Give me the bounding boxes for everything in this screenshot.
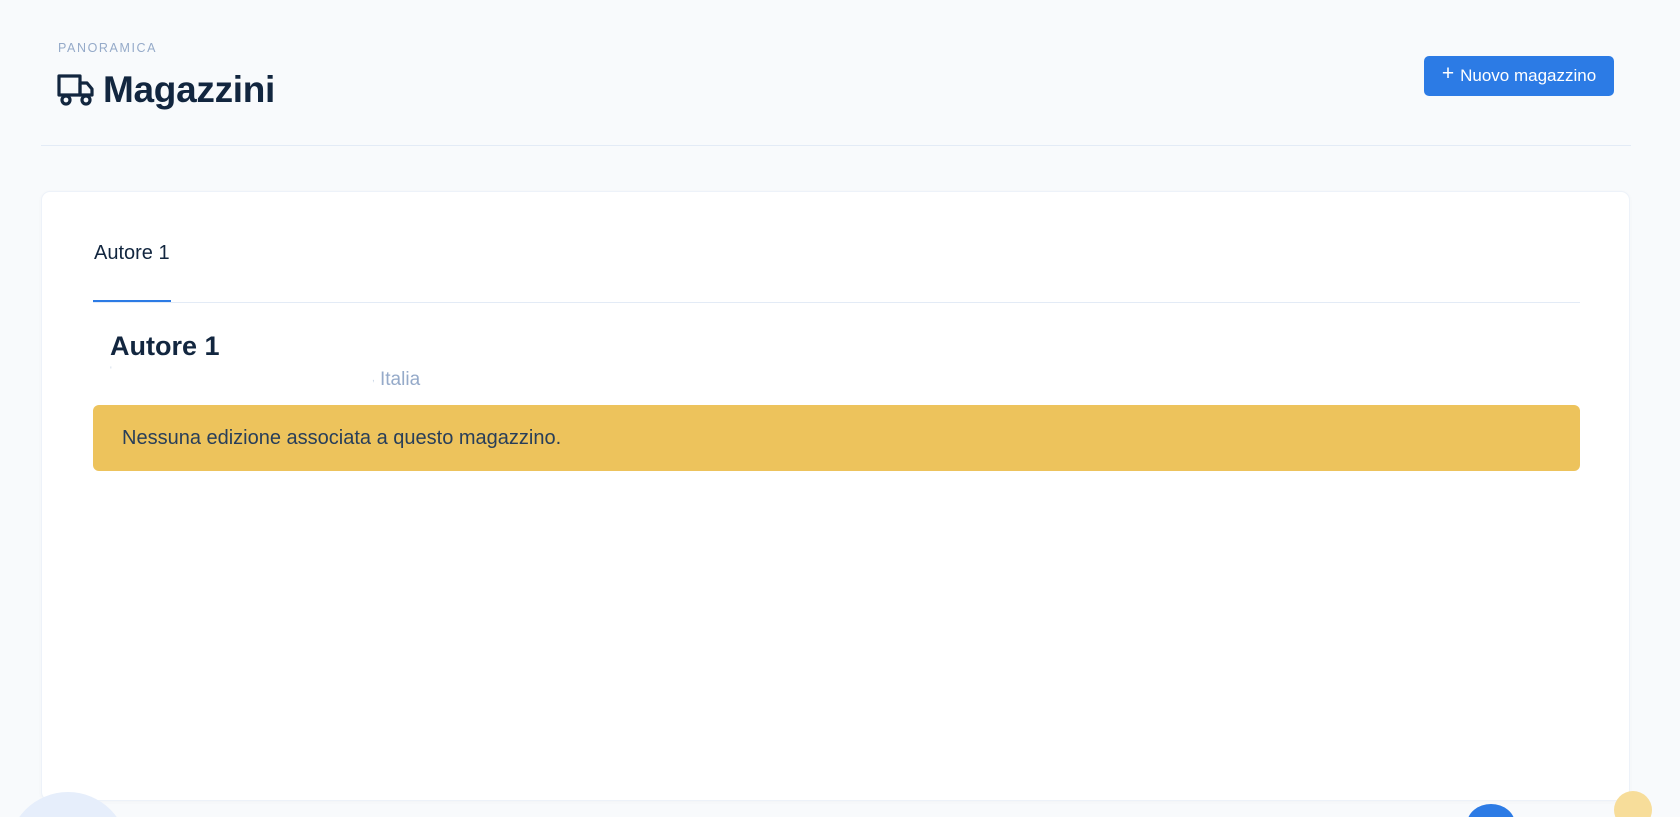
- plus-icon: +: [1441, 62, 1455, 85]
- decorative-shape-blue: [1467, 804, 1515, 817]
- tab-label: Autore 1: [94, 241, 170, 264]
- warehouse-address-street: ': [110, 365, 112, 375]
- address-separator: ,: [372, 373, 375, 384]
- decorative-shape-yellow: [1614, 791, 1652, 817]
- new-warehouse-button[interactable]: + Nuovo magazzino: [1424, 56, 1614, 96]
- page-title: Magazzini: [103, 69, 276, 110]
- title-row: Magazzini: [57, 68, 275, 112]
- page: PANORAMICA Magazzini + Nuovo magazzino A…: [0, 0, 1680, 817]
- page-header: PANORAMICA Magazzini + Nuovo magazzino: [41, 0, 1631, 146]
- warehouse-name: Autore 1: [110, 331, 220, 361]
- warehouse-address: ' , Italia: [110, 365, 470, 393]
- tab-autore-1[interactable]: Autore 1: [93, 192, 171, 302]
- warehouse-address-country: Italia: [380, 369, 421, 390]
- page-pretitle: PANORAMICA: [58, 41, 158, 55]
- truck-icon: [57, 72, 95, 108]
- new-warehouse-button-label: Nuovo magazzino: [1460, 66, 1597, 85]
- empty-editions-alert: Nessuna edizione associata a questo maga…: [93, 405, 1580, 471]
- warehouse-tabs: Autore 1: [93, 192, 1580, 303]
- warehouse-card: Autore 1 Autore 1 ' , Italia Nessuna edi…: [41, 191, 1630, 801]
- alert-message: Nessuna edizione associata a questo maga…: [122, 426, 562, 449]
